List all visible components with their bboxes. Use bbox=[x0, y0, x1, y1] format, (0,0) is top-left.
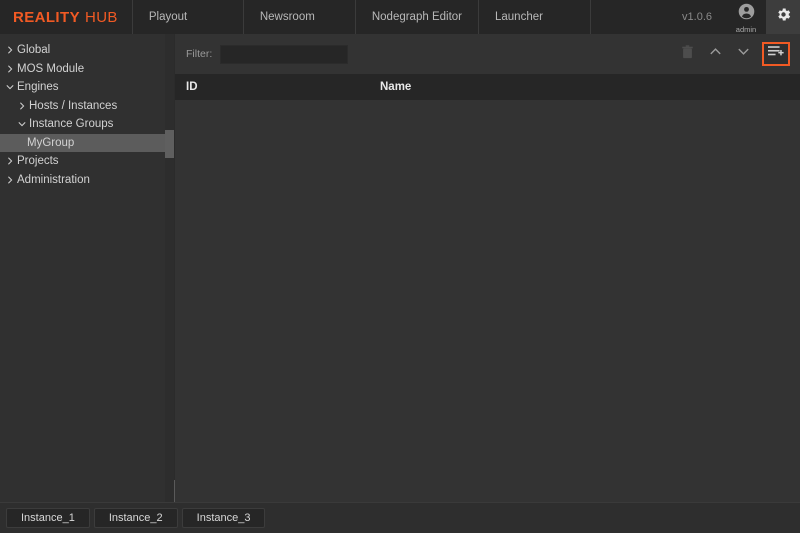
table-column-header-name[interactable]: Name bbox=[380, 81, 411, 93]
logo-text-primary: REALITY bbox=[13, 8, 80, 26]
nav-item-label: Newsroom bbox=[259, 11, 315, 23]
sidebar-item-global[interactable]: Global bbox=[0, 41, 174, 60]
table-column-header-id[interactable]: ID bbox=[175, 81, 380, 93]
move-up-button[interactable] bbox=[702, 42, 728, 66]
chevron-down-icon bbox=[736, 44, 751, 64]
chevron-right-icon bbox=[3, 157, 17, 165]
nav-item-label: Launcher bbox=[495, 11, 543, 23]
chevron-right-icon bbox=[3, 65, 17, 73]
sidebar-item-label: MOS Module bbox=[17, 62, 85, 75]
version-label: v1.0.6 bbox=[682, 11, 712, 23]
filter-label: Filter: bbox=[186, 48, 213, 60]
chevron-right-icon bbox=[3, 176, 17, 184]
instance-tab-label: Instance_1 bbox=[21, 512, 75, 524]
sidebar-item-label: Hosts / Instances bbox=[29, 99, 118, 112]
sidebar-item-mos-module[interactable]: MOS Module bbox=[0, 60, 174, 79]
app-logo: REALITY HUB bbox=[0, 0, 132, 34]
user-avatar-icon bbox=[738, 3, 755, 24]
logo-text-secondary: HUB bbox=[84, 8, 118, 26]
sidebar-scrollbar-track[interactable] bbox=[165, 34, 174, 502]
nav-item-nodegraph-editor[interactable]: Nodegraph Editor bbox=[356, 0, 479, 34]
header-right-group: v1.0.6 admin bbox=[668, 0, 800, 34]
list-toolbar: Filter: bbox=[175, 34, 800, 74]
sidebar-scrollbar-thumb[interactable] bbox=[165, 130, 174, 158]
sidebar-tree: Global MOS Module Engines Hosts / Instan… bbox=[0, 34, 175, 502]
nav-item-newsroom[interactable]: Newsroom bbox=[244, 0, 356, 34]
main-navigation: Playout Newsroom Nodegraph Editor Launch… bbox=[131, 0, 668, 34]
sidebar-item-hosts-instances[interactable]: Hosts / Instances bbox=[0, 97, 174, 116]
sidebar-item-label: Global bbox=[17, 44, 51, 57]
splitter-handle[interactable] bbox=[174, 480, 175, 502]
instance-tab-bar: Instance_1 Instance_2 Instance_3 bbox=[0, 502, 800, 533]
sidebar-item-engines[interactable]: Engines bbox=[0, 78, 174, 97]
chevron-down-icon bbox=[15, 120, 29, 128]
chevron-right-icon bbox=[15, 102, 29, 110]
gear-icon bbox=[775, 6, 792, 28]
sidebar-item-label: MyGroup bbox=[27, 136, 75, 149]
main-panel: Filter: ID Name bbox=[175, 34, 800, 502]
instance-tab-label: Instance_2 bbox=[108, 512, 163, 524]
nav-item-playout[interactable]: Playout bbox=[131, 0, 244, 34]
user-account-button[interactable]: admin bbox=[726, 0, 766, 34]
chevron-up-icon bbox=[708, 44, 723, 64]
move-down-button[interactable] bbox=[730, 42, 756, 66]
table-body-empty[interactable] bbox=[175, 100, 800, 502]
user-name-label: admin bbox=[735, 24, 757, 34]
delete-button[interactable] bbox=[674, 42, 700, 66]
sidebar-item-instance-groups[interactable]: Instance Groups bbox=[0, 115, 174, 134]
instance-tab-1[interactable]: Instance_1 bbox=[6, 508, 90, 528]
sidebar-item-administration[interactable]: Administration bbox=[0, 171, 174, 190]
filter-input[interactable] bbox=[220, 44, 349, 64]
application-window: REALITY HUB Playout Newsroom Nodegraph E… bbox=[0, 0, 800, 533]
chevron-down-icon bbox=[3, 83, 17, 91]
top-header-bar: REALITY HUB Playout Newsroom Nodegraph E… bbox=[0, 0, 800, 34]
nav-item-launcher[interactable]: Launcher bbox=[479, 0, 591, 34]
sidebar-item-mygroup[interactable]: MyGroup bbox=[0, 133, 174, 152]
sidebar-item-projects[interactable]: Projects bbox=[0, 152, 174, 171]
sidebar-item-label: Administration bbox=[17, 173, 90, 186]
settings-button[interactable] bbox=[766, 0, 800, 34]
sidebar-item-label: Engines bbox=[17, 81, 59, 94]
instance-tab-2[interactable]: Instance_2 bbox=[93, 508, 178, 528]
add-instance-button[interactable] bbox=[762, 42, 790, 66]
sidebar-item-label: Projects bbox=[17, 155, 59, 168]
trash-icon bbox=[681, 44, 694, 64]
sidebar-item-label: Instance Groups bbox=[29, 118, 114, 131]
nav-item-label: Playout bbox=[148, 11, 188, 23]
table-header-row: ID Name bbox=[175, 74, 800, 100]
instance-tab-label: Instance_3 bbox=[196, 512, 251, 524]
content-area: Global MOS Module Engines Hosts / Instan… bbox=[0, 34, 800, 502]
chevron-right-icon bbox=[3, 46, 17, 54]
nav-item-label: Nodegraph Editor bbox=[371, 11, 462, 23]
instance-tab-3[interactable]: Instance_3 bbox=[181, 508, 266, 528]
add-list-item-icon bbox=[768, 45, 784, 64]
